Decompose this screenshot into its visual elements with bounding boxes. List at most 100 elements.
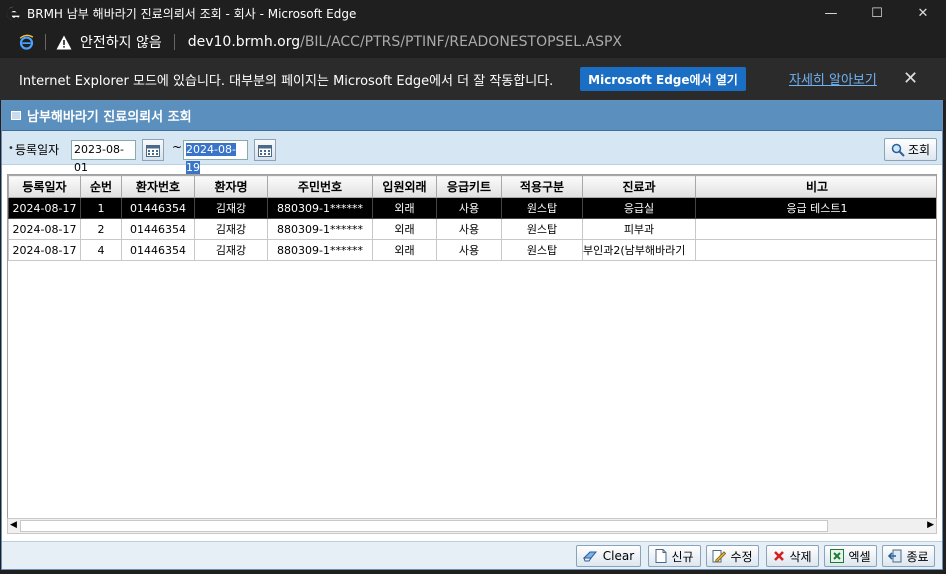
excel-button-label: 엑셀 — [848, 549, 871, 564]
scrollbar-thumb[interactable] — [20, 520, 828, 532]
search-button[interactable]: 조회 — [884, 138, 937, 161]
close-infobar-icon[interactable]: ✕ — [903, 68, 918, 89]
cell: 880309-1****** — [267, 218, 373, 240]
horizontal-scrollbar[interactable]: ◀ ▶ — [7, 518, 937, 534]
delete-button-label: 삭제 — [789, 549, 812, 564]
cell: 김재강 — [194, 239, 268, 261]
ie-mode-infobar: Internet Explorer 모드에 있습니다. 대부분의 페이지는 Mi… — [0, 58, 946, 100]
scroll-left-icon[interactable]: ◀ — [10, 520, 17, 530]
cell: 2024-08-17 — [8, 218, 81, 240]
cell — [695, 218, 936, 240]
open-in-edge-button[interactable]: Microsoft Edge에서 열기 — [580, 67, 746, 91]
security-label: 안전하지 않음 — [80, 35, 162, 51]
cell: 사용 — [436, 218, 502, 240]
filter-bar: • 등록일자 2023-08-01 ~ 2024-08-19 조회 — [2, 131, 942, 174]
url-host[interactable]: dev10.brmh.org — [188, 34, 300, 50]
cell: 응급실 — [582, 197, 696, 219]
cell: 01446354 — [121, 218, 195, 240]
cell: 원스탑 — [501, 197, 583, 219]
col-header[interactable]: 진료과 — [582, 175, 696, 198]
edge-icon — [5, 5, 21, 21]
cell: 2024-08-17 — [8, 239, 81, 261]
cell: 01446354 — [121, 239, 195, 261]
learn-more-link[interactable]: 자세히 알아보기 — [789, 69, 877, 88]
date-to-input[interactable]: 2024-08-19 — [183, 140, 248, 174]
maximize-button[interactable]: ☐ — [854, 0, 900, 26]
clear-button-label: Clear — [602, 549, 635, 563]
url-path[interactable]: /BIL/ACC/PTRS/PTINF/READONESTOPSEL.ASPX — [300, 34, 622, 50]
table-row[interactable]: 2024-08-17 2 01446354 김재강 880309-1******… — [8, 218, 936, 240]
new-button-label: 신규 — [671, 549, 694, 564]
table-row[interactable]: 2024-08-17 4 01446354 김재강 880309-1******… — [8, 239, 936, 261]
cell: 원스탑 — [501, 218, 583, 240]
col-header[interactable]: 응급키트 — [436, 175, 502, 198]
ie-mode-icon[interactable] — [17, 33, 35, 51]
app-content: 남부해바라기 진료의뢰서 조회 • 등록일자 2023-08-01 ~ 2024… — [1, 100, 943, 570]
results-grid: 등록일자 순번 환자번호 환자명 주민번호 입원외래 응급키트 적용구분 진료과… — [7, 174, 937, 534]
bottom-toolbar: Clear 신규 수정 삭제 엑셀 종료 — [2, 541, 942, 569]
excel-button[interactable]: 엑셀 — [824, 545, 877, 567]
edit-button-label: 수정 — [730, 549, 753, 564]
new-button[interactable]: 신규 — [648, 545, 701, 567]
date-to-selected-text: 2024-08-19 — [186, 143, 236, 174]
registration-date-label: 등록일자 — [15, 143, 60, 157]
clear-button[interactable]: Clear — [576, 545, 641, 567]
cell: 응급 테스트1 — [695, 197, 936, 219]
exit-icon — [888, 549, 902, 563]
minimize-button[interactable]: — — [808, 0, 854, 26]
date-to-calendar-icon[interactable] — [254, 139, 276, 161]
cell: 외래 — [372, 239, 437, 261]
col-header[interactable]: 환자명 — [194, 175, 268, 198]
date-from-input[interactable]: 2023-08-01 — [71, 140, 136, 174]
cell: 사용 — [436, 239, 502, 261]
cell: 880309-1****** — [267, 197, 373, 219]
date-range-separator: ~ — [172, 140, 183, 154]
delete-x-icon — [773, 550, 785, 562]
address-bar: 안전하지 않음 dev10.brmh.org/BIL/ACC/PTRS/PTIN… — [0, 26, 946, 58]
edit-button[interactable]: 수정 — [706, 545, 759, 567]
cell: 외래 — [372, 218, 437, 240]
exit-button-label: 종료 — [906, 549, 929, 564]
close-window-button[interactable]: ✕ — [900, 0, 946, 26]
col-header[interactable]: 입원외래 — [372, 175, 437, 198]
cell: 2024-08-17 — [8, 197, 81, 219]
cell: 4 — [80, 239, 122, 261]
col-header[interactable]: 등록일자 — [8, 175, 81, 198]
security-warning[interactable]: 안전하지 않음 — [56, 32, 162, 52]
cell: 사용 — [436, 197, 502, 219]
cell: 김재강 — [194, 218, 268, 240]
panel-title: 남부해바라기 진료의뢰서 조회 — [27, 110, 192, 125]
col-header[interactable]: 비고 — [695, 175, 936, 198]
ie-mode-message: Internet Explorer 모드에 있습니다. 대부분의 페이지는 Mi… — [19, 73, 554, 89]
date-from-calendar-icon[interactable] — [142, 139, 164, 161]
magnifier-icon — [891, 143, 905, 157]
excel-icon — [830, 549, 845, 563]
col-header[interactable]: 적용구분 — [501, 175, 583, 198]
col-header[interactable]: 순번 — [80, 175, 122, 198]
cell: 김재강 — [194, 197, 268, 219]
eraser-icon — [582, 550, 599, 562]
col-header[interactable]: 환자번호 — [121, 175, 195, 198]
cell: 외래 — [372, 197, 437, 219]
delete-button[interactable]: 삭제 — [766, 545, 819, 567]
cell: 1 — [80, 197, 122, 219]
cell — [695, 239, 936, 261]
window-title: BRMH 남부 해바라기 진료의뢰서 조회 - 회사 - Microsoft E… — [27, 6, 357, 21]
exit-button[interactable]: 종료 — [882, 545, 935, 567]
cell: 01446354 — [121, 197, 195, 219]
panel-square-icon — [11, 111, 21, 120]
cell: 880309-1****** — [267, 239, 373, 261]
bullet-icon: • — [8, 143, 14, 154]
table-row[interactable]: 2024-08-17 1 01446354 김재강 880309-1******… — [8, 197, 936, 219]
col-header[interactable]: 주민번호 — [267, 175, 373, 198]
cell: 부인과2(남부해바라기 — [582, 239, 696, 261]
edit-pencil-icon — [712, 549, 727, 563]
scroll-right-icon[interactable]: ▶ — [927, 520, 934, 530]
grid-header-row: 등록일자 순번 환자번호 환자명 주민번호 입원외래 응급키트 적용구분 진료과… — [8, 175, 936, 198]
cell: 2 — [80, 218, 122, 240]
cell: 피부과 — [582, 218, 696, 240]
warning-icon — [56, 35, 72, 49]
window-titlebar: BRMH 남부 해바라기 진료의뢰서 조회 - 회사 - Microsoft E… — [0, 0, 946, 26]
search-button-label: 조회 — [907, 143, 931, 157]
new-document-icon — [655, 549, 667, 563]
